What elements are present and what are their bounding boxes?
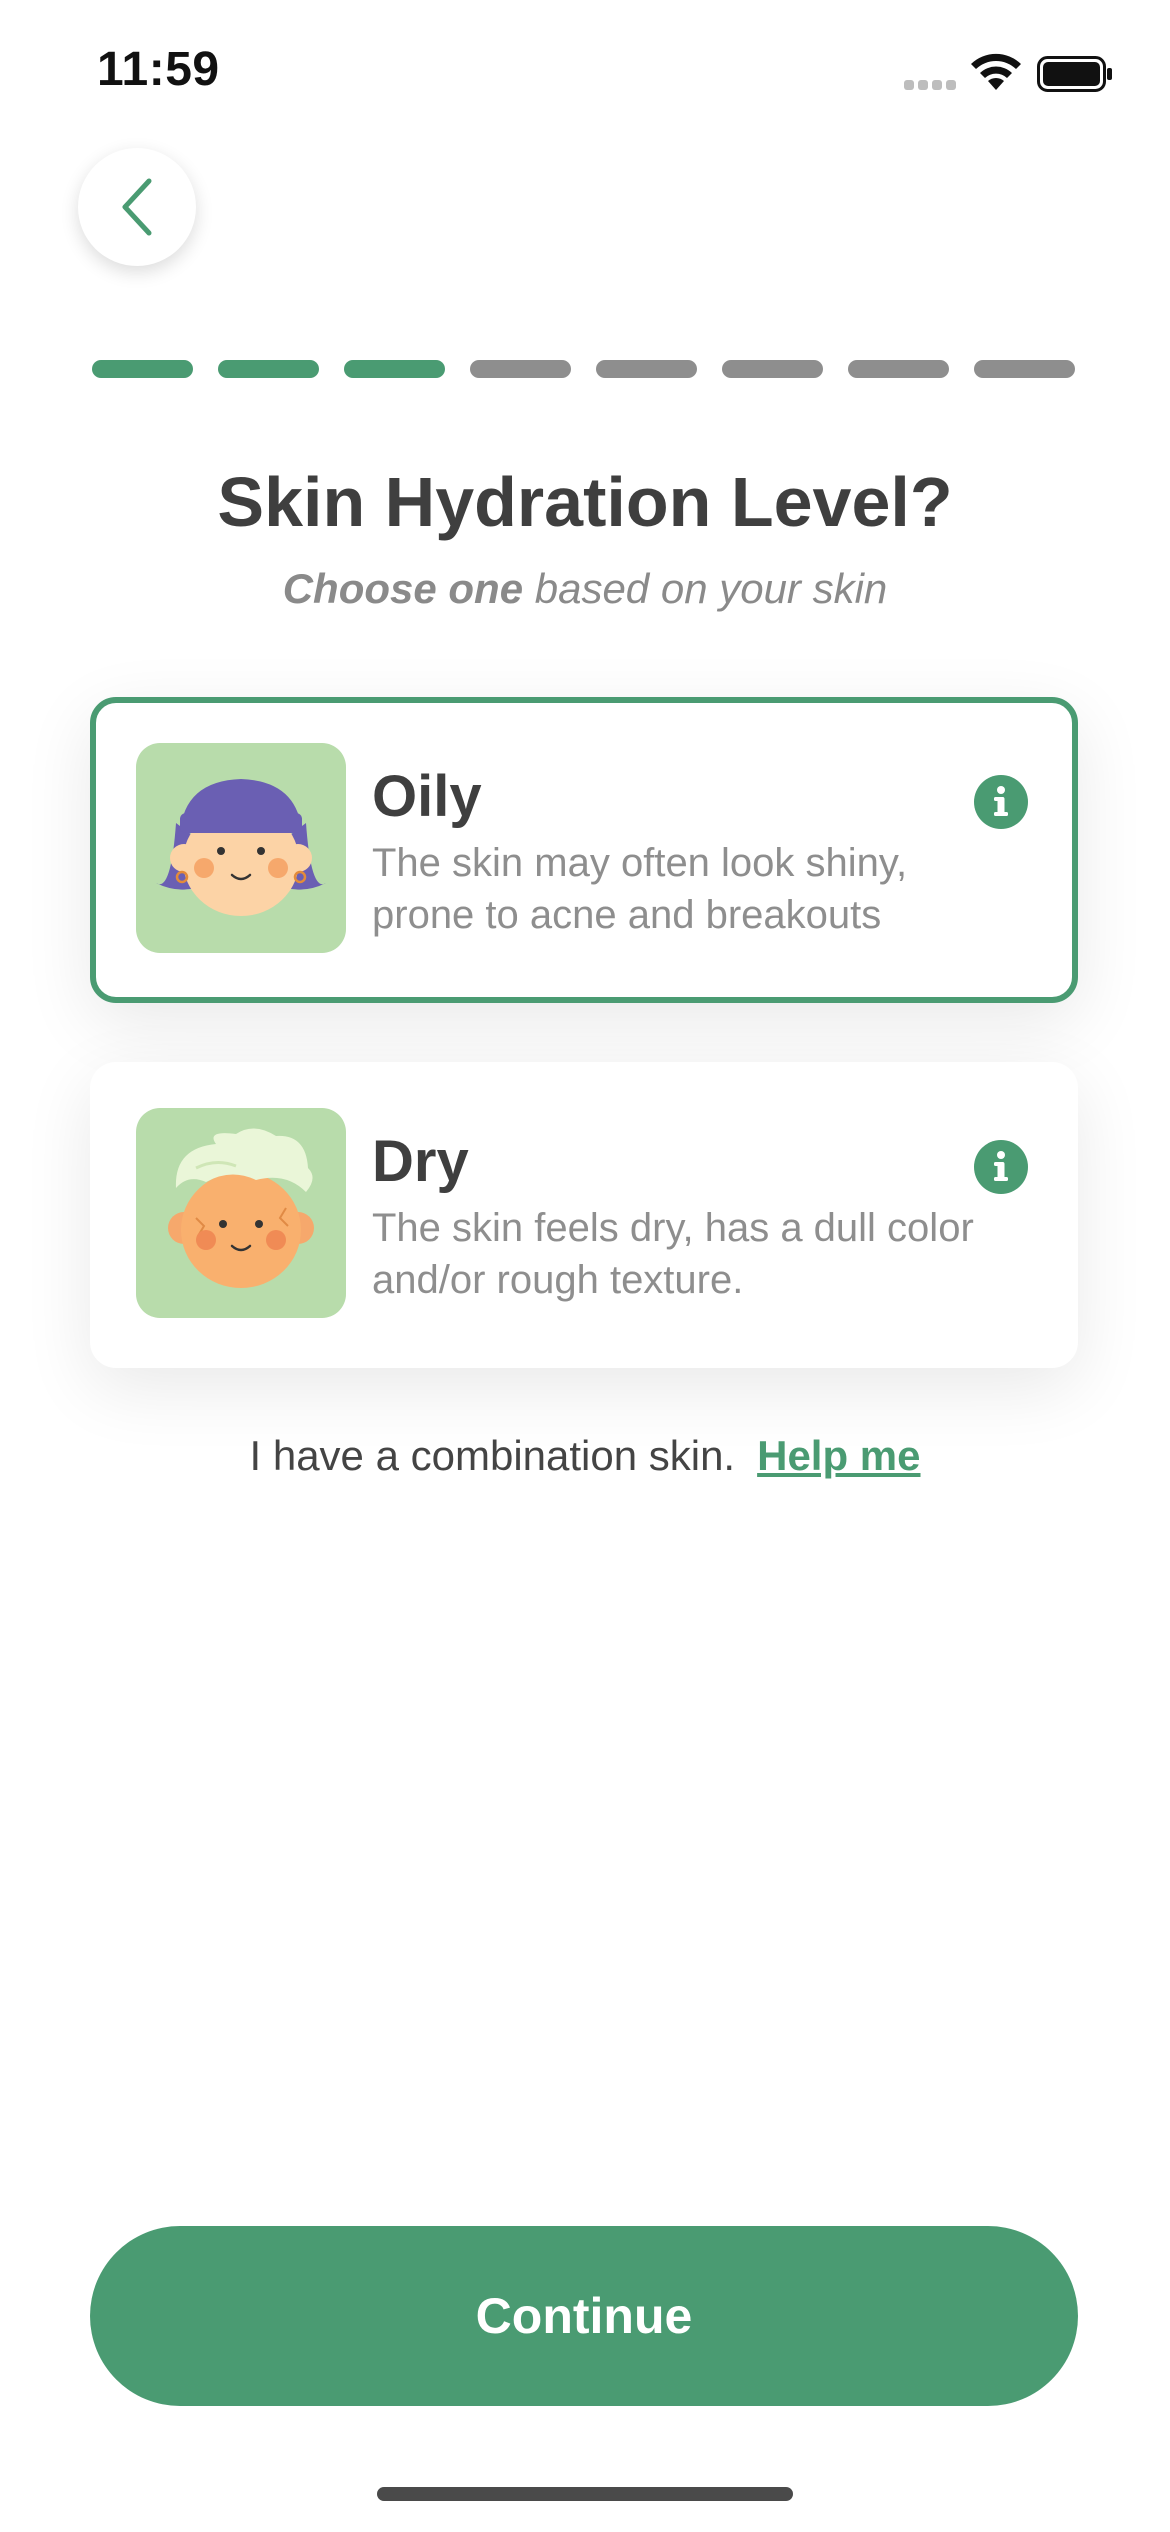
option-card-dry[interactable]: Dry The skin feels dry, has a dull color… [90, 1062, 1078, 1368]
subtitle-emphasis: Choose one [282, 565, 524, 612]
option-description: The skin may often look shiny, prone to … [372, 841, 908, 937]
option-card-oily[interactable]: Oily The skin may often look shiny, pron… [90, 697, 1078, 1003]
progress-step [596, 360, 697, 378]
progress-step [470, 360, 571, 378]
progress-step [92, 360, 193, 378]
page-subtitle: Choose one based on your skin [0, 565, 1170, 613]
home-indicator [377, 2487, 793, 2501]
progress-step [344, 360, 445, 378]
progress-step [722, 360, 823, 378]
chevron-left-icon [122, 178, 152, 236]
step-progress [92, 360, 1076, 378]
skin-quiz-screen: 11:59 Skin Hydration Level? Choose one b… [0, 0, 1170, 2532]
cellular-signal-icon [904, 80, 958, 92]
page-title: Skin Hydration Level? [217, 463, 953, 541]
combination-text: I have a combination skin. [249, 1432, 736, 1479]
option-title: Oily [372, 764, 482, 829]
option-title: Dry [372, 1129, 469, 1194]
battery-icon [1037, 56, 1112, 92]
help-me-link[interactable]: Help me [757, 1432, 920, 1479]
dry-face-avatar [136, 1108, 346, 1318]
subtitle-rest: based on your skin [523, 565, 888, 612]
info-icon[interactable] [974, 775, 1028, 829]
progress-step [218, 360, 319, 378]
status-bar: 11:59 [0, 0, 1170, 150]
oily-face-avatar [136, 743, 346, 953]
combination-skin-row: I have a combination skin. Help me [0, 1432, 1170, 1480]
info-icon[interactable] [974, 1140, 1028, 1194]
wifi-icon [971, 53, 1021, 90]
option-description: The skin feels dry, has a dull color and… [372, 1206, 974, 1302]
continue-button[interactable]: Continue [90, 2226, 1078, 2406]
progress-step [974, 360, 1075, 378]
back-button[interactable] [78, 148, 196, 266]
progress-step [848, 360, 949, 378]
status-time: 11:59 [97, 43, 220, 96]
